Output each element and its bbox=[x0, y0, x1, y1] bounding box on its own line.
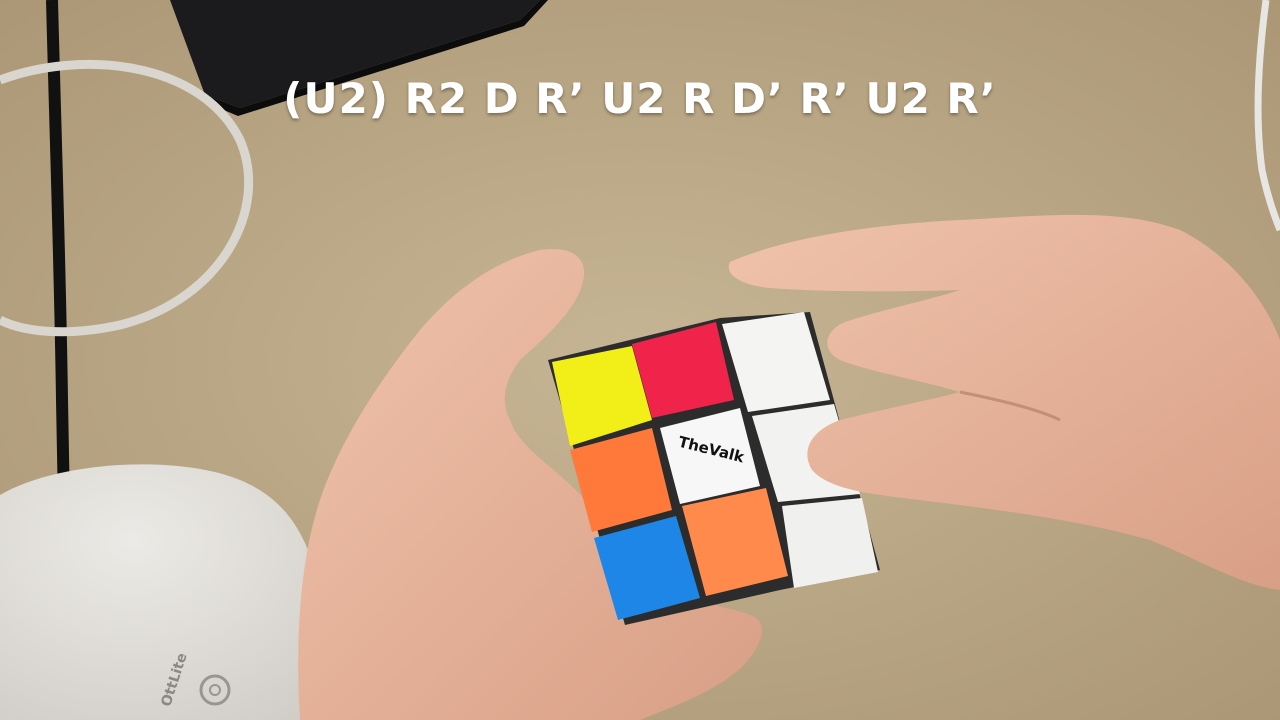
sticker-white-bottom bbox=[782, 498, 878, 588]
algorithm-caption: (U2) R2 D R’ U2 R D’ R’ U2 R’ bbox=[283, 74, 997, 123]
